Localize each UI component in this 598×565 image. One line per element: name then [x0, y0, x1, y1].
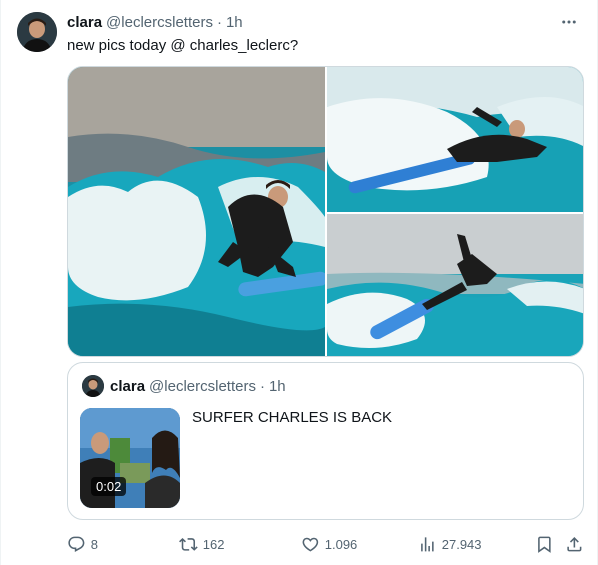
views-count: 27.943 [441, 536, 482, 552]
quoted-author-avatar[interactable] [82, 375, 104, 397]
media-grid [67, 66, 584, 357]
repost-count: 162 [202, 536, 225, 552]
reply-button[interactable]: 8 [67, 534, 98, 554]
media-photo-2[interactable] [327, 67, 583, 212]
reply-count: 8 [90, 536, 98, 552]
share-icon [567, 536, 582, 552]
views-button[interactable]: 27.943 [418, 534, 482, 554]
analytics-icon [421, 536, 434, 552]
action-bar: 8 162 1.096 27.943 [67, 534, 585, 554]
tweet-text: new pics today @ charles_leclerc? [67, 37, 299, 54]
quoted-separator-dot: · [259, 378, 265, 395]
quoted-author-handle[interactable]: @leclercsletters [149, 378, 256, 395]
quoted-tweet-text: SURFER CHARLES IS BACK [192, 409, 393, 426]
like-count: 1.096 [324, 536, 358, 552]
bookmark-button[interactable] [535, 534, 554, 554]
tweet[interactable]: clara @leclercsletters · 1h new pics tod… [0, 0, 598, 565]
share-button[interactable] [565, 534, 584, 554]
media-photo-1[interactable] [68, 67, 325, 356]
more-icon[interactable] [557, 10, 581, 34]
author-name[interactable]: clara [67, 14, 102, 31]
repost-button[interactable]: 162 [179, 534, 224, 554]
video-duration-badge: 0:02 [91, 477, 127, 496]
quoted-post-time[interactable]: 1h [269, 378, 286, 395]
author-handle[interactable]: @leclercsletters [106, 14, 213, 31]
quoted-author-name[interactable]: clara [110, 378, 145, 395]
post-time[interactable]: 1h [226, 14, 243, 31]
bookmark-icon [538, 536, 551, 553]
tweet-header: clara @leclercsletters · 1h [67, 12, 581, 32]
heart-icon [302, 537, 319, 552]
separator-dot: · [216, 13, 222, 31]
repost-icon [179, 537, 198, 551]
quoted-tweet[interactable]: clara @leclercsletters · 1h 0:02 SURFER … [67, 362, 584, 520]
quoted-video-thumbnail[interactable]: 0:02 [80, 408, 180, 508]
like-button[interactable]: 1.096 [301, 534, 357, 554]
author-avatar[interactable] [17, 12, 57, 52]
reply-icon [68, 536, 85, 552]
quoted-header: clara @leclercsletters · 1h [110, 378, 286, 395]
media-photo-3[interactable] [327, 214, 583, 356]
